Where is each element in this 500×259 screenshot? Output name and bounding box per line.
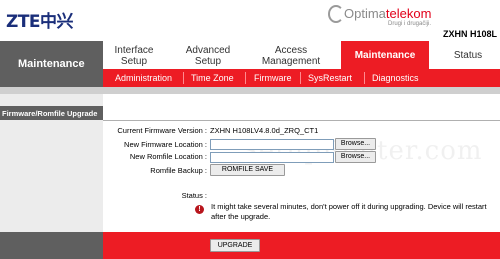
nav-section-title-box: Maintenance bbox=[0, 41, 103, 87]
subtab-divider bbox=[364, 72, 365, 84]
subtab-bar: Administration Time Zone Firmware SysRes… bbox=[103, 69, 500, 87]
romfile-save-button[interactable]: ROMFILE SAVE bbox=[210, 164, 285, 176]
subtab-divider bbox=[183, 72, 184, 84]
footer-left bbox=[0, 232, 103, 259]
new-firmware-input[interactable] bbox=[210, 139, 334, 150]
separator-band bbox=[0, 87, 500, 94]
optima-telekom-logo: Optimatelekom Drugi i drugačiji. bbox=[328, 5, 440, 31]
subtab-firmware[interactable]: Firmware bbox=[254, 73, 292, 83]
footer-bar: UPGRADE bbox=[103, 232, 500, 259]
firmware-browse-button[interactable]: Browse... bbox=[335, 138, 376, 150]
model-name: ZXHN H108L bbox=[442, 29, 497, 39]
warning-icon: ! bbox=[195, 205, 204, 214]
nav-section-title: Maintenance bbox=[18, 58, 85, 70]
subtab-divider bbox=[300, 72, 301, 84]
subtab-time-zone[interactable]: Time Zone bbox=[191, 73, 234, 83]
status-note: It might take several minutes, don't pow… bbox=[211, 202, 487, 221]
new-firmware-label: New Firmware Location : bbox=[124, 140, 207, 149]
sidebar-title: Firmware/Romfile Upgrade bbox=[0, 106, 103, 120]
upgrade-button[interactable]: UPGRADE bbox=[210, 239, 260, 252]
subtab-divider bbox=[245, 72, 246, 84]
optima-logo-text: Optimatelekom bbox=[344, 6, 432, 21]
new-romfile-label: New Romfile Location : bbox=[129, 152, 207, 161]
main-navigation: Maintenance Interface Setup Advanced Set… bbox=[0, 41, 500, 87]
tab-access-management[interactable]: Access Management bbox=[252, 41, 330, 69]
tab-status[interactable]: Status bbox=[447, 41, 489, 69]
sidebar: Firmware/Romfile Upgrade bbox=[0, 94, 103, 232]
status-label: Status : bbox=[181, 191, 207, 200]
header: ZTE中兴 Optimatelekom Drugi i drugačiji. Z… bbox=[0, 0, 500, 41]
current-firmware-value: ZXHN H108LV4.8.0d_ZRQ_CT1 bbox=[210, 126, 319, 135]
optima-tagline: Drugi i drugačiji. bbox=[388, 21, 432, 27]
romfile-backup-label: Romfile Backup : bbox=[150, 166, 207, 175]
section-divider bbox=[103, 120, 500, 121]
tab-interface-setup[interactable]: Interface Setup bbox=[108, 41, 160, 69]
subtab-administration[interactable]: Administration bbox=[115, 73, 172, 83]
current-firmware-label: Current Firmware Version : bbox=[117, 126, 207, 135]
new-romfile-input[interactable] bbox=[210, 152, 334, 163]
tab-advanced-setup[interactable]: Advanced Setup bbox=[180, 41, 236, 69]
optima-ring-icon bbox=[328, 5, 344, 23]
romfile-browse-button[interactable]: Browse... bbox=[335, 151, 376, 163]
zte-logo: ZTE中兴 bbox=[6, 12, 74, 32]
subtab-sysrestart[interactable]: SysRestart bbox=[308, 73, 352, 83]
subtab-diagnostics[interactable]: Diagnostics bbox=[372, 73, 419, 83]
tab-maintenance[interactable]: Maintenance bbox=[341, 41, 429, 69]
